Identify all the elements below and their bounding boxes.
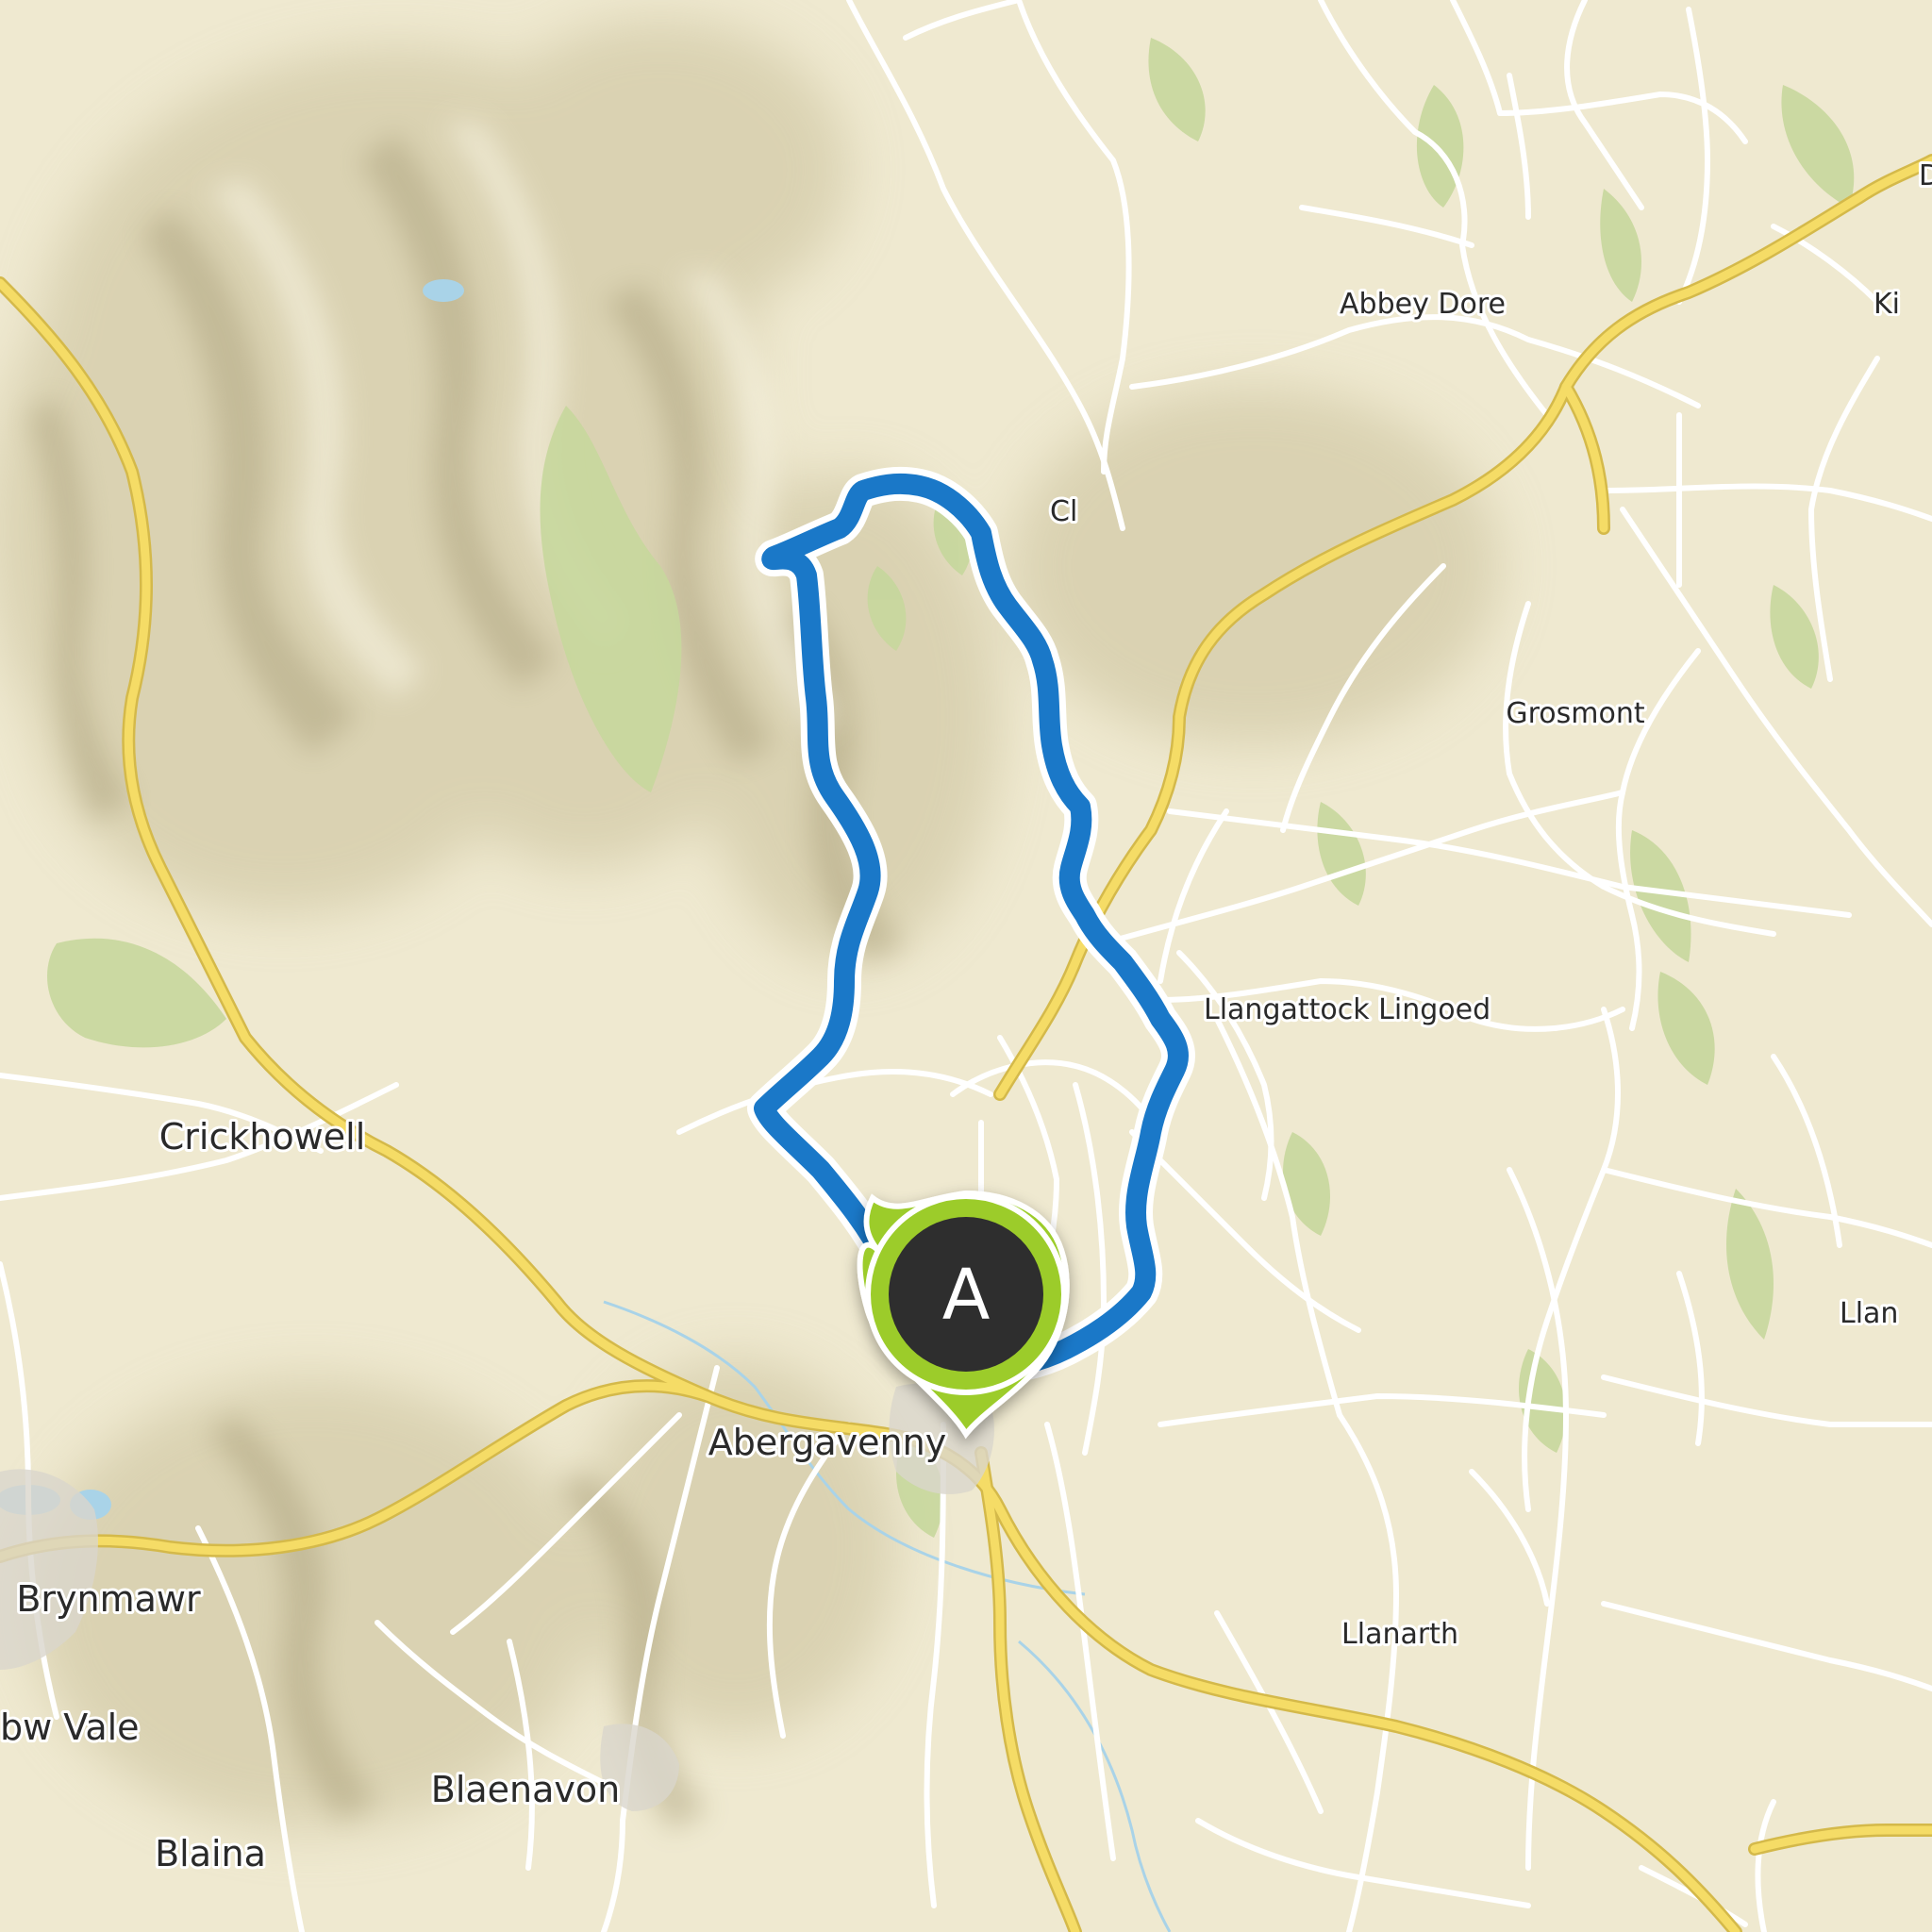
place-label-crickhowell[interactable]: Crickhowell xyxy=(157,1113,369,1160)
place-label-llangattock-lingoed[interactable]: Llangattock Lingoed xyxy=(1201,991,1493,1029)
place-label-blaenavon[interactable]: Blaenavon xyxy=(428,1766,623,1813)
marker-letter: A xyxy=(942,1255,991,1336)
place-label-d[interactable]: D xyxy=(1916,157,1932,195)
place-label-cl[interactable]: Cl xyxy=(1047,492,1080,531)
place-label-ki[interactable]: Ki xyxy=(1871,285,1903,324)
place-label-llan[interactable]: Llan xyxy=(1837,1294,1901,1333)
map-canvas[interactable]: Abergavenny Crickhowell Brynmawr bw Vale… xyxy=(0,0,1932,1932)
place-label-abbey-dore[interactable]: Abbey Dore xyxy=(1337,285,1508,324)
place-label-brynmawr[interactable]: Brynmawr xyxy=(13,1575,204,1623)
place-label-llanarth[interactable]: Llanarth xyxy=(1339,1615,1461,1654)
place-label-abergavenny[interactable]: Abergavenny xyxy=(706,1419,949,1466)
map-view[interactable]: Abergavenny Crickhowell Brynmawr bw Vale… xyxy=(0,0,1932,1932)
place-label-ebbw-vale[interactable]: bw Vale xyxy=(0,1704,142,1751)
place-label-blaina[interactable]: Blaina xyxy=(152,1830,269,1877)
place-label-grosmont[interactable]: Grosmont xyxy=(1503,694,1647,733)
